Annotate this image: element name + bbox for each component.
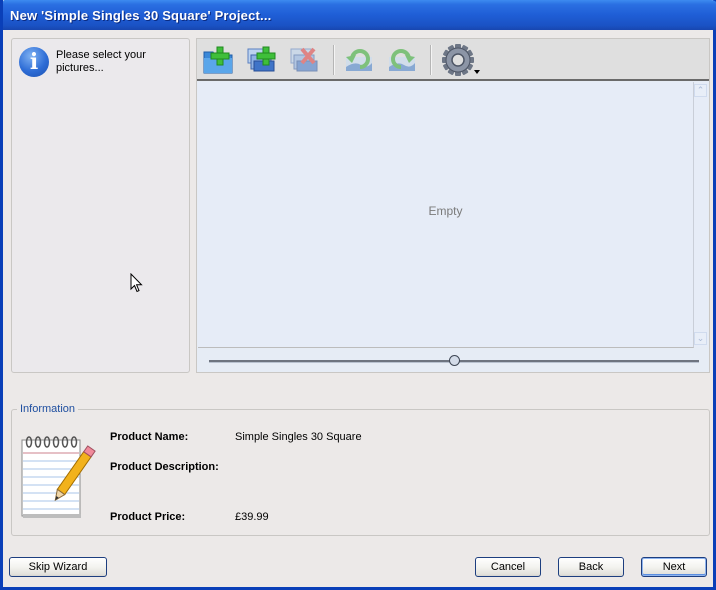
back-button[interactable]: Back — [558, 557, 624, 577]
vertical-scrollbar[interactable]: ⌃ ⌄ — [694, 82, 708, 347]
product-price-value: £39.99 — [235, 511, 269, 523]
pictures-panel: Empty ⌃ ⌄ — [196, 38, 710, 373]
folder-add-icon — [203, 46, 233, 74]
window-title: New 'Simple Singles 30 Square' Project..… — [10, 8, 272, 23]
toolbar-separator — [430, 45, 432, 75]
chevron-down-icon — [474, 70, 480, 74]
mouse-cursor-icon — [130, 273, 143, 293]
title-bar[interactable]: New 'Simple Singles 30 Square' Project..… — [3, 0, 716, 30]
toolbar-separator — [333, 45, 335, 75]
rotate-right-button[interactable] — [384, 43, 420, 77]
add-pictures-button[interactable] — [244, 43, 280, 77]
pictures-toolbar — [197, 39, 709, 81]
slider-thumb[interactable] — [448, 355, 460, 366]
add-folder-button[interactable] — [201, 43, 237, 77]
pictures-remove-icon — [290, 47, 318, 72]
information-legend: Information — [17, 403, 79, 415]
settings-dropdown-button[interactable] — [440, 43, 484, 77]
gear-icon — [442, 44, 480, 76]
rotate-right-icon — [389, 49, 415, 71]
instruction-panel: i Please select your pictures... — [11, 38, 190, 373]
pictures-list[interactable]: Empty — [198, 82, 694, 348]
product-name-label: Product Name: — [110, 431, 189, 443]
skip-wizard-button[interactable]: Skip Wizard — [9, 557, 107, 577]
pictures-add-icon — [247, 46, 276, 72]
rotate-left-icon — [346, 49, 372, 71]
product-name-value: Simple Singles 30 Square — [235, 431, 362, 443]
scroll-down-button[interactable]: ⌄ — [694, 332, 707, 345]
rotate-left-button[interactable] — [341, 43, 377, 77]
cancel-button[interactable]: Cancel — [475, 557, 541, 577]
next-button[interactable]: Next — [641, 557, 707, 577]
wizard-window: New 'Simple Singles 30 Square' Project..… — [0, 0, 716, 590]
remove-pictures-button[interactable] — [287, 43, 323, 77]
product-description-label: Product Description: — [110, 461, 219, 473]
product-price-label: Product Price: — [110, 511, 186, 523]
instruction-text: Please select your pictures... — [56, 49, 146, 74]
scroll-up-button[interactable]: ⌃ — [694, 84, 707, 97]
information-group: Information Product Name: Simple Singles… — [11, 403, 710, 536]
info-icon: i — [19, 47, 49, 77]
notepad-pencil-icon — [21, 436, 96, 518]
empty-placeholder: Empty — [428, 204, 463, 218]
